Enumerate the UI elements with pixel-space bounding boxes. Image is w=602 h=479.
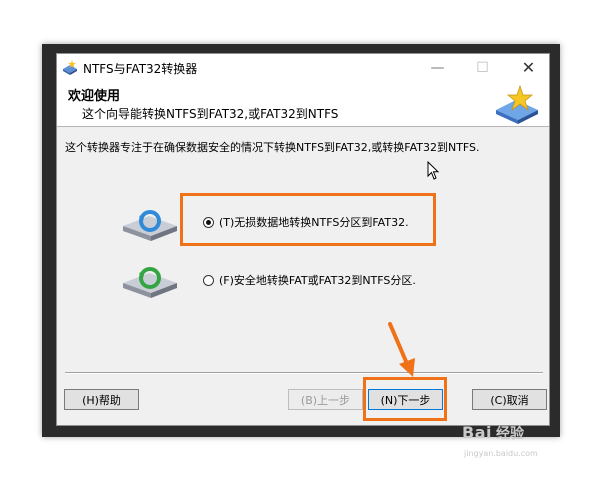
watermark-url: jingyan.baidu.com <box>464 449 538 458</box>
wizard-header: 欢迎使用 这个向导能转换NTFS到FAT32,或FAT32到NTFS <box>57 81 549 127</box>
mouse-cursor-icon <box>427 161 440 180</box>
option-fat-to-ntfs[interactable]: (F)安全地转换FAT或FAT32到NTFS分区. <box>203 272 416 288</box>
close-button[interactable]: ✕ <box>506 54 551 81</box>
wizard-star-icon <box>496 84 538 124</box>
drive-blue-arrow-icon <box>123 210 177 241</box>
minimize-button[interactable]: — <box>415 54 460 81</box>
watermark-brand2: 经验 <box>495 426 524 442</box>
header-title: 欢迎使用 <box>68 89 121 104</box>
maximize-button[interactable]: ☐ <box>460 54 505 81</box>
watermark-brand: Bai <box>462 423 492 442</box>
cancel-button[interactable]: (C)取消 <box>472 389 547 410</box>
window-title: NTFS与FAT32转换器 <box>83 62 198 76</box>
highlight-box-next <box>363 377 447 421</box>
watermark-logo: Bai 经验 <box>462 423 524 443</box>
arrow-icon <box>388 322 415 377</box>
drive-green-arrow-icon <box>123 267 177 298</box>
header-subtitle: 这个向导能转换NTFS到FAT32,或FAT32到NTFS <box>82 107 339 121</box>
footer-divider <box>65 372 543 374</box>
app-icon <box>63 60 77 75</box>
highlight-box-option <box>180 193 436 246</box>
back-button[interactable]: (B)上一步 <box>288 389 363 410</box>
description-text: 这个转换器专注于在确保数据安全的情况下转换NTFS到FAT32,或转换FAT32… <box>65 141 480 154</box>
radio-fat-to-ntfs[interactable] <box>203 274 214 286</box>
title-bar: NTFS与FAT32转换器 — ☐ ✕ <box>57 54 549 81</box>
help-button[interactable]: (H)帮助 <box>64 389 139 410</box>
option-label: (F)安全地转换FAT或FAT32到NTFS分区. <box>219 274 416 287</box>
